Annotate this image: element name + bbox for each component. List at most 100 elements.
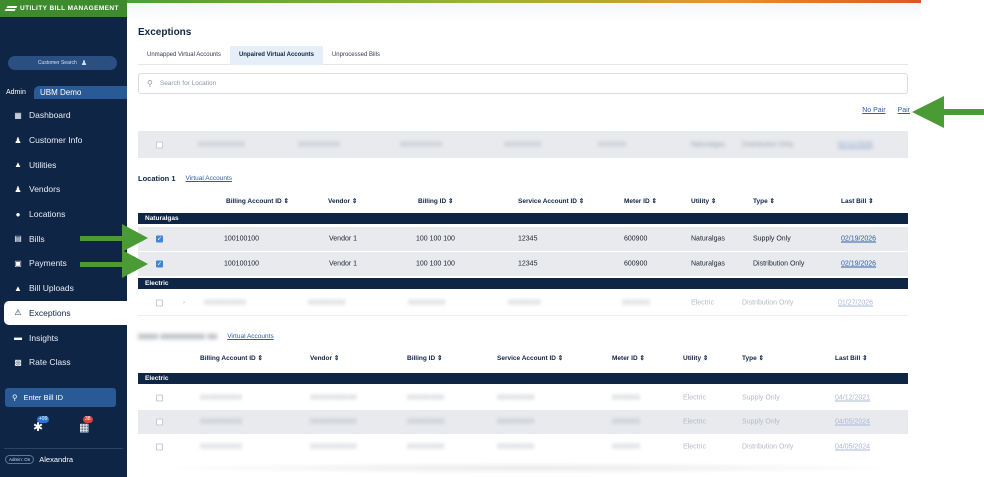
tenant-role: Admin <box>6 89 26 96</box>
row-divider <box>138 315 908 316</box>
sidebar-item-label: Customer Info <box>29 135 83 146</box>
utility-cell: Electric <box>691 299 714 307</box>
col-type[interactable]: Type ⇕ <box>753 197 775 205</box>
last-bill-link[interactable]: 02/19/2026 <box>841 236 876 243</box>
type-cell: Supply Only <box>753 235 791 243</box>
col-billing-account-id[interactable]: Billing Account ID ⇕ <box>226 197 289 205</box>
sidebar: UTILITY BILL MANAGEMENT Customer Search … <box>0 0 127 477</box>
col-service-account-id[interactable]: Service Account ID ⇕ <box>518 197 584 205</box>
table-row[interactable]: › XXXXXXXXX XXXXXXXX XXXXXXXX XXXXXXX XX… <box>138 291 908 315</box>
bill-id-search[interactable]: ⚲ Enter Bill ID <box>5 388 116 407</box>
pair-link[interactable]: Pair <box>898 107 910 114</box>
col-service-account-id[interactable]: Service Account ID ⇕ <box>497 354 563 362</box>
brand-title: UTILITY BILL MANAGEMENT <box>20 5 119 12</box>
sidebar-item-label: Insights <box>29 332 59 343</box>
location-title: Location 1 <box>138 174 176 183</box>
rate-class-icon: ▩ <box>14 357 22 367</box>
table-row[interactable]: XXXXXXXXX XXXXXXXXXX XXXXXXXX XXXXXXXX X… <box>138 410 908 434</box>
insights-icon: ▬ <box>14 333 22 343</box>
col-last-bill[interactable]: Last Bill ⇕ <box>841 197 874 205</box>
notification-row: ✱ +99 ▦ 38 <box>33 416 103 436</box>
search-icon: ⚲ <box>147 79 153 88</box>
sidebar-item-label: Utilities <box>29 159 57 170</box>
col-billing-id[interactable]: Billing ID ⇕ <box>418 197 453 205</box>
sidebar-item-customer-info[interactable]: ♟ Customer Info <box>0 128 127 153</box>
tab-unpaired-virtual-accounts[interactable]: Unpaired Virtual Accounts <box>229 45 323 65</box>
location-search-placeholder: Search for Location <box>159 80 217 87</box>
sidebar-item-exceptions[interactable]: ⚠ Exceptions <box>4 300 127 326</box>
no-pair-link[interactable]: No Pair <box>862 107 885 114</box>
virtual-accounts-link[interactable]: Virtual Accounts <box>186 175 233 182</box>
tab-bar: Unmapped Virtual Accounts Unpaired Virtu… <box>138 45 908 65</box>
bill-id-search-placeholder: Enter Bill ID <box>23 393 64 402</box>
type-cell: Distribution Only <box>753 260 805 268</box>
col-meter-id[interactable]: Meter ID ⇕ <box>612 354 645 362</box>
sidebar-item-vendors[interactable]: ♟ Vendors <box>0 177 127 202</box>
last-bill-link[interactable]: 04/12/2021 <box>835 395 870 402</box>
sidebar-item-utilities[interactable]: ▲ Utilities <box>0 152 127 177</box>
user-row: Admin: On Alexandra <box>5 455 73 464</box>
user-name[interactable]: Alexandra <box>39 455 73 464</box>
notification-badge-a: +99 <box>37 416 50 423</box>
table-header: Billing Account ID ⇕ Vendor ⇕ Billing ID… <box>138 194 908 208</box>
col-meter-id[interactable]: Meter ID ⇕ <box>624 197 657 205</box>
sidebar-item-payments[interactable]: ▣ Payments <box>0 251 127 276</box>
blurred-cell: XXXXXXXX <box>407 443 445 451</box>
expand-chevron-icon[interactable]: › <box>183 300 185 306</box>
col-utility[interactable]: Utility ⇕ <box>691 197 716 205</box>
sidebar-item-bill-uploads[interactable]: ▲ Bill Uploads <box>0 276 127 301</box>
blurred-cell: XXXXXXXXX <box>200 443 243 451</box>
blurred-cell: XXXXXXXX <box>497 418 535 426</box>
table-row[interactable]: XXXXXXXXX XXXXXXXXXX XXXXXXXX XXXXXXXX X… <box>138 435 908 459</box>
location-search-input[interactable]: ⚲ Search for Location <box>138 73 908 94</box>
location-title-blurred: XXXX XXXXXXXXX XX <box>138 332 218 341</box>
blurred-cell: XXXXXXXX <box>308 299 346 307</box>
sidebar-item-bills[interactable]: ▤ Bills <box>0 226 127 251</box>
vendor-cell: Vendor 1 <box>329 260 358 268</box>
search-icon: ⚲ <box>12 393 18 402</box>
sidebar-item-label: Bills <box>29 233 45 244</box>
col-vendor[interactable]: Vendor ⇕ <box>328 197 357 205</box>
last-bill-cell[interactable]: 02/11/2026 <box>838 141 873 148</box>
last-bill-link[interactable]: 01/27/2026 <box>838 300 873 307</box>
last-bill-link[interactable]: 04/05/2024 <box>835 419 870 426</box>
tenant-selector[interactable]: UBM Demo <box>34 86 127 99</box>
utility-cell: Naturalgas <box>691 260 725 268</box>
tab-unmapped-virtual-accounts[interactable]: Unmapped Virtual Accounts <box>138 46 230 65</box>
tab-unprocessed-bills[interactable]: Unprocessed Bills <box>323 46 389 65</box>
col-billing-id[interactable]: Billing ID ⇕ <box>407 354 442 362</box>
group-header-electric: Electric <box>138 373 908 384</box>
col-last-bill[interactable]: Last Bill ⇕ <box>835 354 868 362</box>
last-bill-link[interactable]: 02/19/2026 <box>841 261 876 268</box>
arrow-pair-icon <box>912 96 984 128</box>
brand-bar[interactable]: UTILITY BILL MANAGEMENT <box>0 0 127 17</box>
blurred-cell: XXXXXXXXXX <box>198 141 245 148</box>
last-bill-link[interactable]: 04/05/2024 <box>835 444 870 451</box>
table-header: Billing Account ID ⇕ Vendor ⇕ Billing ID… <box>138 351 908 365</box>
col-utility[interactable]: Utility ⇕ <box>683 354 708 362</box>
virtual-accounts-link[interactable]: Virtual Accounts <box>227 333 274 340</box>
col-type[interactable]: Type ⇕ <box>742 354 764 362</box>
utility-cell: Naturalgas <box>691 141 725 148</box>
utility-cell: Electric <box>683 418 706 426</box>
tenant-row: Admin UBM Demo <box>0 86 127 99</box>
meter-id-cell: 600900 <box>624 260 648 268</box>
col-vendor[interactable]: Vendor ⇕ <box>310 354 339 362</box>
blurred-cell: XXXXXX <box>622 299 651 307</box>
blurred-cell: XXXXXXXX <box>497 394 535 402</box>
sidebar-item-rate-class[interactable]: ▩ Rate Class <box>0 350 127 375</box>
sidebar-item-dashboard[interactable]: ▦ Dashboard <box>0 103 127 128</box>
type-cell: Distribution Only <box>742 141 794 148</box>
blurred-cell: XXXXXXXX <box>407 394 445 402</box>
table-row[interactable]: ✓ 100100100 Vendor 1 100 100 100 12345 6… <box>138 252 908 276</box>
vendor-icon: ♟ <box>14 184 22 194</box>
sidebar-item-insights[interactable]: ▬ Insights <box>0 325 127 350</box>
customer-search-button[interactable]: Customer Search ♟ <box>8 56 117 70</box>
table-row[interactable]: XXXXXXXXX XXXXXXXXXX XXXXXXXX XXXXXXXX X… <box>138 386 908 410</box>
sidebar-item-locations[interactable]: ● Locations <box>0 202 127 227</box>
col-billing-account-id[interactable]: Billing Account ID ⇕ <box>200 354 263 362</box>
table-row[interactable]: ✓ 100100100 Vendor 1 100 100 100 12345 6… <box>138 227 908 251</box>
person-search-icon: ♟ <box>80 60 88 67</box>
location-section-head: Location 1 Virtual Accounts <box>138 174 232 183</box>
admin-toggle[interactable]: Admin: On <box>5 455 35 464</box>
